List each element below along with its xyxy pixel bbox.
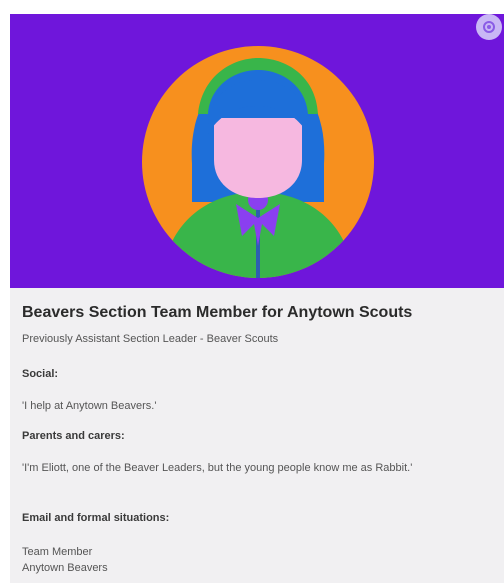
face-shape [214, 118, 302, 198]
profile-subtitle: Previously Assistant Section Leader - Be… [22, 333, 279, 345]
avatar-illustration [142, 46, 374, 278]
settings-icon-glyph [483, 21, 495, 33]
hero-banner [10, 14, 504, 288]
profile-card: Beavers Section Team Member for Anytown … [10, 14, 504, 583]
social-text: 'I help at Anytown Beavers.' [22, 400, 157, 412]
parents-label: Parents and carers: [22, 430, 125, 442]
email-label: Email and formal situations: [22, 512, 170, 524]
settings-icon[interactable] [476, 14, 502, 40]
parents-text: 'I'm Eliott, one of the Beaver Leaders, … [22, 462, 413, 474]
profile-title: Beavers Section Team Member for Anytown … [22, 304, 413, 321]
email-line-1: Team Member [22, 546, 93, 558]
email-line-2: Anytown Beavers [22, 562, 108, 574]
social-label: Social: [22, 368, 59, 380]
